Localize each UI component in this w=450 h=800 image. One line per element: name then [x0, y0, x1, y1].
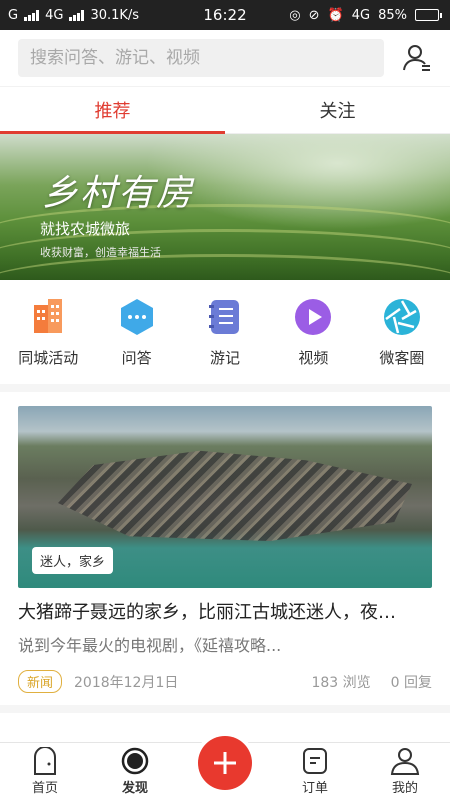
view-count: 183 浏览 — [311, 674, 371, 691]
building-icon — [28, 297, 68, 337]
category-label: 视频 — [298, 348, 329, 367]
section-divider — [0, 705, 450, 713]
bottom-nav: 首页 发现 订单 我的 — [0, 736, 450, 800]
feed-tabs: 推荐 关注 — [0, 86, 450, 134]
category-qa[interactable]: 问答 — [92, 297, 180, 368]
signal-icon-2 — [69, 9, 85, 21]
status-bar: G 4G 30.1K/s 16:22 ◎ ⊘ ⏰ 4G 85% — [0, 0, 450, 30]
clock: 16:22 — [203, 6, 247, 24]
user-menu-icon[interactable] — [402, 43, 432, 73]
nav-home[interactable]: 首页 — [10, 747, 80, 796]
chat-bubble-icon — [117, 297, 157, 337]
network-speed: 30.1K/s — [90, 7, 140, 23]
category-label: 微客圈 — [379, 348, 425, 367]
category-video[interactable]: 视频 — [269, 297, 357, 368]
home-icon — [34, 747, 56, 775]
play-icon — [293, 297, 333, 337]
photo-tag: 迷人，家乡 — [32, 547, 114, 574]
category-label: 游记 — [210, 348, 241, 367]
signal-icon — [24, 9, 40, 21]
article-headline[interactable]: 大猪蹄子聂远的家乡，比丽江古城还迷人，夜… — [18, 598, 432, 624]
category-label: 同城活动 — [18, 348, 79, 367]
mute-icon: ⊘ — [308, 7, 320, 23]
carrier-label-1: G — [8, 7, 19, 23]
search-input[interactable] — [18, 39, 384, 77]
carrier-label-2: 4G — [45, 7, 64, 23]
category-circle[interactable]: 微客圈 — [358, 297, 446, 368]
plus-icon — [214, 752, 236, 774]
tab-follow[interactable]: 关注 — [225, 87, 450, 133]
status-right: ◎ ⊘ ⏰ 4G 85% — [289, 8, 442, 23]
category-grid: 同城活动 问答 游记 视频 微客圈 — [0, 280, 450, 392]
nav-label: 首页 — [31, 781, 58, 796]
banner-tagline: 收获财富，创造幸福生活 — [40, 246, 161, 259]
nav-label: 我的 — [391, 781, 418, 796]
article-card[interactable]: 迷人，家乡 大猪蹄子聂远的家乡，比丽江古城还迷人，夜… 说到今年最火的电视剧，《… — [0, 392, 450, 693]
battery-percent: 85% — [378, 7, 407, 23]
reply-count: 0 回复 — [390, 674, 432, 691]
nav-label: 订单 — [301, 781, 328, 796]
alarm-icon: ⏰ — [327, 7, 344, 23]
search-row — [0, 30, 450, 86]
article-summary: 说到今年最火的电视剧，《延禧攻略... — [18, 636, 282, 655]
banner-title: 乡村有房 — [42, 173, 195, 214]
category-badge: 新闻 — [18, 670, 63, 693]
network-type: 4G — [351, 7, 371, 23]
battery-icon — [415, 9, 442, 21]
promo-banner[interactable]: 乡村有房 就找农城微旅 收获财富，创造幸福生活 — [0, 134, 450, 280]
nav-label: 发现 — [121, 781, 148, 796]
hotspot-icon: ◎ — [289, 7, 301, 23]
status-left: G 4G 30.1K/s — [8, 8, 139, 23]
article-meta: 新闻 2018年12月1日 183 浏览 0 回复 — [18, 670, 432, 693]
nav-discover[interactable]: 发现 — [100, 747, 170, 796]
publish-fab[interactable] — [198, 736, 252, 790]
aperture-icon — [382, 297, 422, 337]
notebook-icon — [205, 297, 245, 337]
article-photo[interactable]: 迷人，家乡 — [18, 406, 432, 588]
nav-publish[interactable] — [190, 736, 260, 796]
category-travelogue[interactable]: 游记 — [181, 297, 269, 368]
nav-profile[interactable]: 我的 — [370, 747, 440, 796]
discover-icon — [121, 747, 149, 775]
article-date: 2018年12月1日 — [74, 674, 179, 691]
banner-subtitle: 就找农城微旅 — [40, 220, 131, 238]
category-local-events[interactable]: 同城活动 — [4, 297, 92, 368]
photo-town-decoration — [58, 450, 412, 541]
order-icon — [303, 748, 327, 774]
nav-orders[interactable]: 订单 — [280, 747, 350, 796]
tab-recommend[interactable]: 推荐 — [0, 87, 225, 134]
profile-icon — [390, 748, 420, 775]
category-label: 问答 — [121, 348, 152, 367]
